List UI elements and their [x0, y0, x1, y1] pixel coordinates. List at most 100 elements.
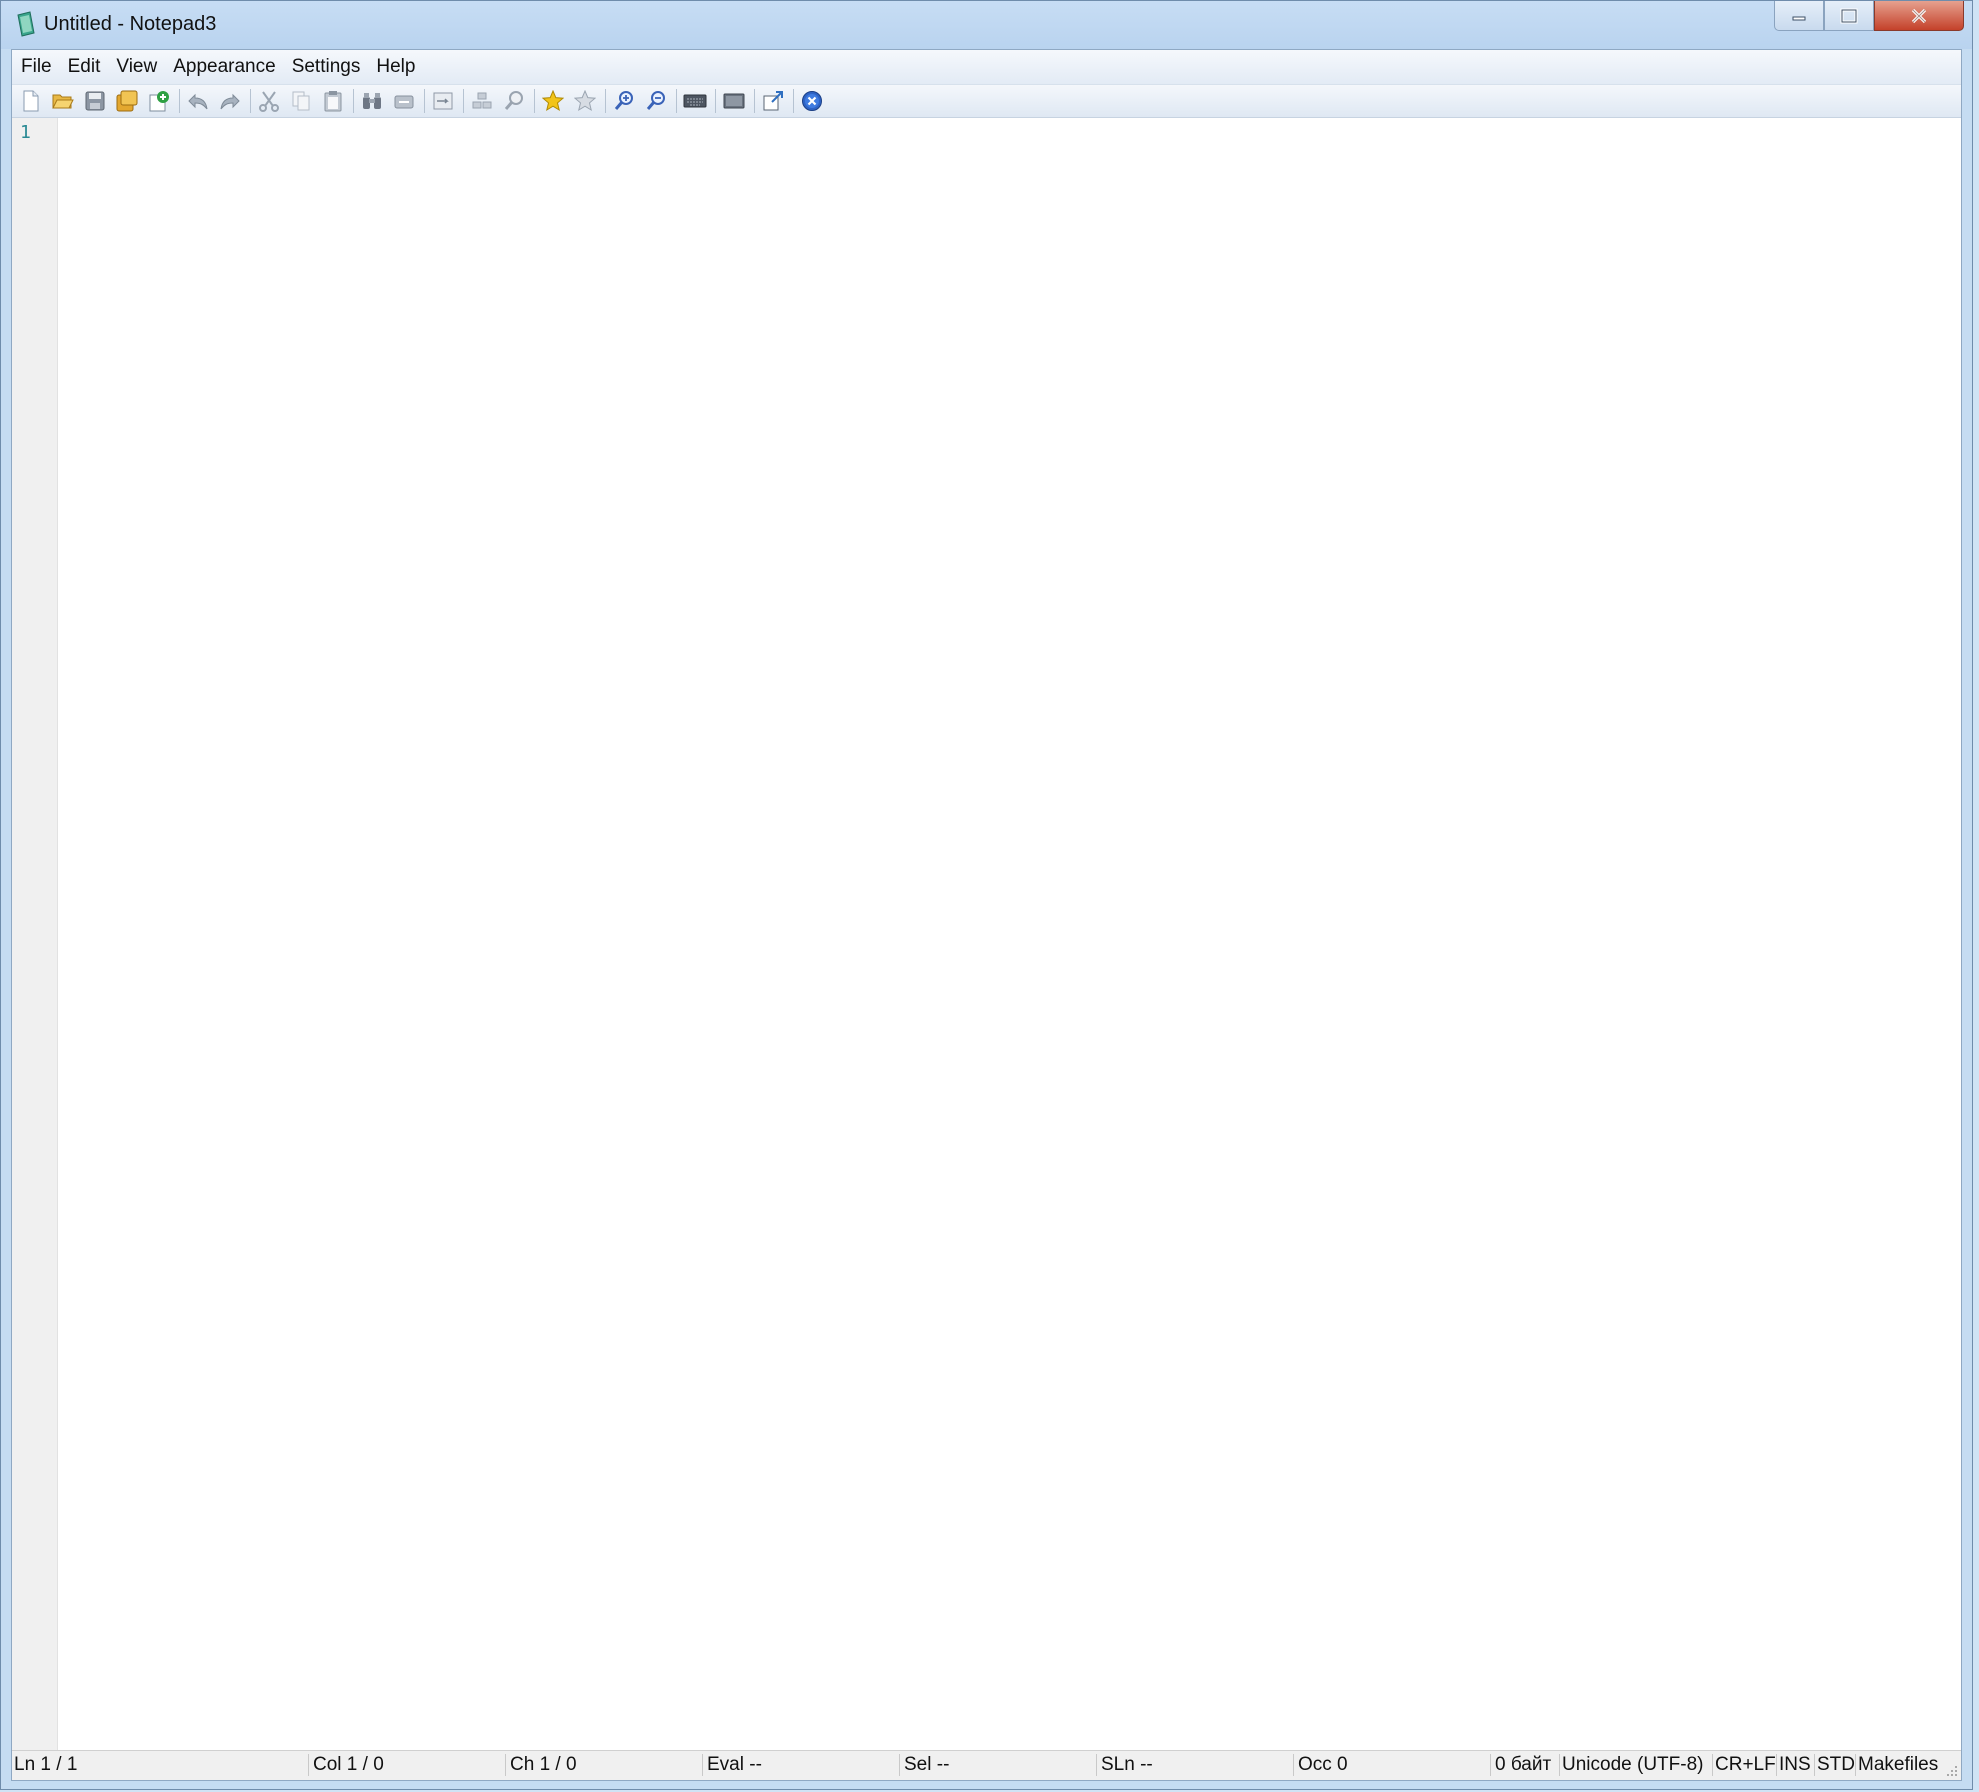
- status-divider: [308, 1754, 309, 1776]
- copy-icon: [292, 91, 310, 111]
- status-divider: [1712, 1754, 1713, 1776]
- save-as-icon: [116, 90, 138, 112]
- save-icon: [85, 91, 105, 111]
- toolbar-separator: [250, 89, 251, 113]
- resize-grip-icon[interactable]: [1945, 1764, 1959, 1778]
- status-bar: Ln 1 / 1 Col 1 / 0 Ch 1 / 0 Eval -- Sel …: [12, 1750, 1961, 1780]
- toolbar-separator: [534, 89, 535, 113]
- save-button[interactable]: [82, 88, 108, 114]
- replace-button[interactable]: [391, 88, 417, 114]
- find-button[interactable]: [359, 88, 385, 114]
- redo-button[interactable]: [217, 88, 243, 114]
- status-divider: [899, 1754, 900, 1776]
- toolbar-separator: [463, 89, 464, 113]
- menu-appearance[interactable]: Appearance: [172, 54, 276, 80]
- minimize-button[interactable]: [1774, 1, 1824, 31]
- notepad3-window: Untitled - Notepad3 File Edit View Appea…: [0, 0, 1973, 1790]
- zoom-out-icon: [646, 91, 665, 110]
- schemes-button[interactable]: [721, 88, 747, 114]
- status-line[interactable]: Ln 1 / 1: [14, 1754, 77, 1776]
- line-number-gutter: 1: [12, 118, 58, 1751]
- close-button[interactable]: [1874, 1, 1964, 31]
- status-divider: [1096, 1754, 1097, 1776]
- status-occurrences[interactable]: Occ 0: [1298, 1754, 1348, 1776]
- window-controls: [1774, 1, 1964, 31]
- zoom-hint-button[interactable]: [501, 88, 527, 114]
- minimize-icon: [1792, 16, 1806, 20]
- replace-icon: [394, 95, 414, 109]
- status-lexer[interactable]: Makefiles: [1858, 1754, 1938, 1776]
- keyboard-icon: [683, 94, 707, 108]
- cut-button[interactable]: [256, 88, 282, 114]
- status-selection[interactable]: Sel --: [904, 1754, 949, 1776]
- toolbar-separator: [715, 89, 716, 113]
- maximize-icon: [1840, 8, 1858, 23]
- title-bar[interactable]: Untitled - Notepad3: [1, 1, 1972, 49]
- launch-icon: [763, 91, 783, 111]
- menu-file[interactable]: File: [20, 54, 53, 80]
- save-copy-button[interactable]: [146, 88, 172, 114]
- status-divider: [702, 1754, 703, 1776]
- status-divider: [1559, 1754, 1560, 1776]
- status-eval[interactable]: Eval --: [707, 1754, 762, 1776]
- zoom-hint-icon: [504, 91, 523, 110]
- menu-bar: File Edit View Appearance Settings Help: [12, 50, 1961, 85]
- status-column[interactable]: Col 1 / 0: [313, 1754, 384, 1776]
- open-file-button[interactable]: [50, 88, 76, 114]
- editor-area[interactable]: 1: [12, 118, 1961, 1751]
- word-wrap-icon: [433, 92, 453, 110]
- add-favorite-button[interactable]: [572, 88, 598, 114]
- notepad3-app-icon: [17, 11, 35, 37]
- save-as-button[interactable]: [114, 88, 140, 114]
- status-divider: [1776, 1754, 1777, 1776]
- zoom-find-icon: [472, 92, 492, 109]
- favorites-button[interactable]: [540, 88, 566, 114]
- toolbar-separator: [424, 89, 425, 113]
- status-divider: [505, 1754, 506, 1776]
- undo-button[interactable]: [185, 88, 211, 114]
- favorites-icon: [542, 90, 564, 112]
- toolbar-separator: [793, 89, 794, 113]
- copy-button[interactable]: [288, 88, 314, 114]
- window-title: Untitled - Notepad3: [44, 13, 217, 35]
- exit-icon: [802, 91, 822, 111]
- status-encoding[interactable]: Unicode (UTF-8): [1562, 1754, 1703, 1776]
- add-favorite-icon: [574, 90, 596, 112]
- toolbar: [12, 85, 1961, 118]
- launch-button[interactable]: [760, 88, 786, 114]
- exit-button[interactable]: [799, 88, 825, 114]
- line-number: 1: [20, 122, 31, 143]
- client-area: File Edit View Appearance Settings Help: [11, 49, 1962, 1781]
- status-std[interactable]: STD: [1817, 1754, 1855, 1776]
- status-insert-mode[interactable]: INS: [1779, 1754, 1811, 1776]
- status-divider: [1293, 1754, 1294, 1776]
- paste-button[interactable]: [320, 88, 346, 114]
- status-selected-lines[interactable]: SLn --: [1101, 1754, 1153, 1776]
- open-file-icon: [52, 94, 74, 109]
- menu-settings[interactable]: Settings: [291, 54, 362, 80]
- status-divider: [1490, 1754, 1491, 1776]
- keyboard-button[interactable]: [682, 88, 708, 114]
- find-icon: [363, 93, 381, 109]
- text-editor[interactable]: [58, 118, 1961, 1751]
- zoom-in-button[interactable]: [611, 88, 637, 114]
- word-wrap-button[interactable]: [430, 88, 456, 114]
- toolbar-separator: [754, 89, 755, 113]
- close-icon: [1911, 8, 1927, 23]
- menu-view[interactable]: View: [115, 54, 158, 80]
- new-file-button[interactable]: [18, 88, 44, 114]
- menu-edit[interactable]: Edit: [67, 54, 102, 80]
- save-copy-icon: [149, 91, 169, 112]
- status-file-size[interactable]: 0 байт: [1495, 1754, 1551, 1776]
- status-divider: [1814, 1754, 1815, 1776]
- paste-icon: [324, 91, 342, 112]
- zoom-out-button[interactable]: [643, 88, 669, 114]
- status-line-endings[interactable]: CR+LF: [1715, 1754, 1776, 1776]
- cut-icon: [259, 91, 279, 112]
- status-character[interactable]: Ch 1 / 0: [510, 1754, 577, 1776]
- zoom-find-button[interactable]: [469, 88, 495, 114]
- menu-help[interactable]: Help: [375, 54, 416, 80]
- zoom-in-icon: [614, 91, 633, 110]
- toolbar-separator: [179, 89, 180, 113]
- maximize-button[interactable]: [1824, 1, 1874, 31]
